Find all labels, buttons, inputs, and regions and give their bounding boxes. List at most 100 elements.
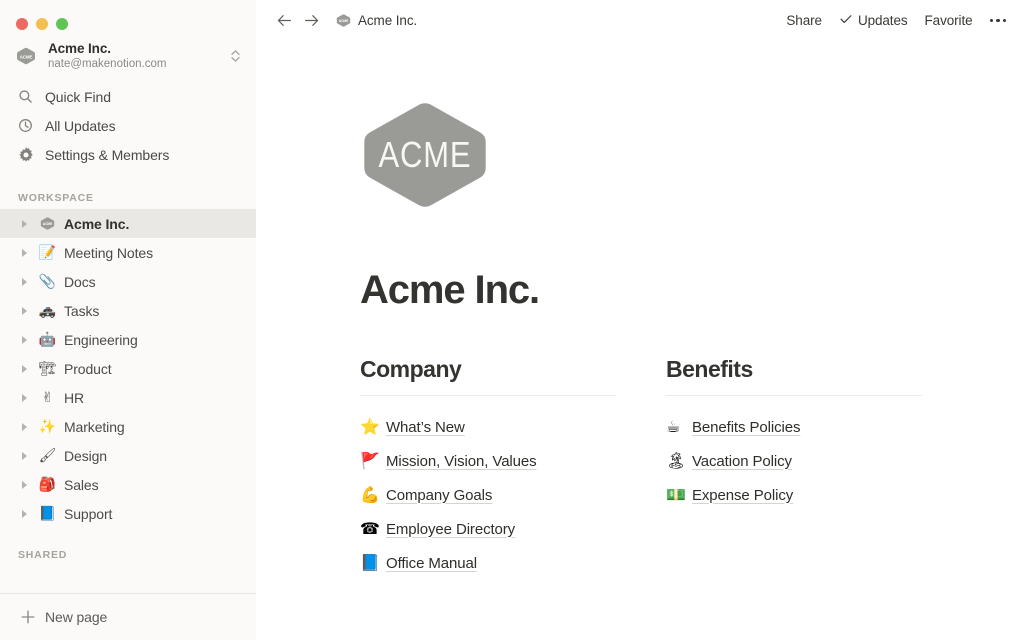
chevron-up-down-icon[interactable] [228,47,242,65]
topbar-actions: Share Updates Favorite [786,12,1006,29]
triangular-flag-emoji: 🚩 [360,451,380,470]
check-icon [839,12,853,29]
arrow-left-icon[interactable] [276,12,293,29]
minimize-window-button[interactable] [36,17,48,30]
link-company-goals[interactable]: 💪 Company Goals [360,478,616,512]
disclosure-triangle-icon[interactable] [18,480,31,489]
memo-emoji: 📝 [38,244,57,261]
window-traffic-lights [0,0,256,34]
link-vacation-policy[interactable]: 🏝 Vacation Policy [666,444,922,478]
link-label: Mission, Vision, Values [386,452,537,470]
link-label: What’s New [386,418,465,436]
link-employee-directory[interactable]: ☎ Employee Directory [360,512,616,546]
sparkles-emoji: ✨ [38,418,57,435]
sidebar-page-sales[interactable]: 🎒 Sales [0,470,256,499]
favorite-button[interactable]: Favorite [925,13,973,28]
benefits-link-list: ☕ Benefits Policies 🏝 Vacation Policy 💵 … [666,410,922,512]
link-label: Employee Directory [386,520,516,538]
ellipsis-icon[interactable] [989,15,1006,27]
share-button[interactable]: Share [786,13,822,28]
svg-text:ACME: ACME [378,136,471,176]
disclosure-triangle-icon[interactable] [18,277,31,286]
company-link-list: ⭐ What’s New 🚩 Mission, Vision, Values 💪… [360,410,616,580]
backpack-emoji: 🎒 [38,476,57,493]
disclosure-triangle-icon[interactable] [18,509,31,518]
sidebar-page-engineering[interactable]: 🤖 Engineering [0,325,256,354]
page-body: ACME Acme Inc. Company ⭐ What’s New 🚩 Mi… [256,102,1024,580]
sidebar-page-docs[interactable]: 📎 Docs [0,267,256,296]
disclosure-triangle-icon[interactable] [18,393,31,402]
disclosure-triangle-icon[interactable] [18,422,31,431]
shared-section: SHARED [0,544,256,566]
sidebar-page-hr[interactable]: ✌ HR [0,383,256,412]
star-emoji: ⭐ [360,417,380,436]
sidebar-page-product[interactable]: 🏗 Product [0,354,256,383]
column-company: Company ⭐ What’s New 🚩 Mission, Vision, … [360,356,616,580]
svg-text:ACME: ACME [43,222,53,226]
sidebar-item-settings-members[interactable]: Settings & Members [0,140,256,169]
disclosure-triangle-icon[interactable] [18,451,31,460]
telephone-emoji: ☎ [360,519,380,538]
desert-island-emoji: 🏝 [666,451,687,470]
favorite-label: Favorite [924,13,973,28]
disclosure-triangle-icon[interactable] [18,306,31,315]
workspace-page-list: ACME Acme Inc. 📝 Meeting Notes 📎 Docs 🚓 … [0,209,256,528]
sidebar-page-tasks[interactable]: 🚓 Tasks [0,296,256,325]
link-office-manual[interactable]: 📘 Office Manual [360,546,616,580]
column-heading: Benefits [666,356,922,396]
blue-book-emoji: 📘 [38,505,57,522]
maximize-window-button[interactable] [56,17,68,30]
sidebar-page-meeting-notes[interactable]: 📝 Meeting Notes [0,238,256,267]
link-mission-vision-values[interactable]: 🚩 Mission, Vision, Values [360,444,616,478]
svg-text:ACME: ACME [20,54,33,59]
sidebar-page-label: Acme Inc. [64,215,130,232]
sidebar-page-label: Sales [64,476,99,493]
main-content: ACME Acme Inc. Share Updates Favorite AC… [256,0,1024,640]
disclosure-triangle-icon[interactable] [18,248,31,257]
sidebar: ACME Acme Inc. nate@makenotion.com Quick… [0,0,256,640]
workspace-text: Acme Inc. nate@makenotion.com [48,41,228,71]
robot-emoji: 🤖 [38,331,57,348]
flexed-biceps-emoji: 💪 [360,485,380,504]
gear-icon [18,146,37,163]
new-page-label: New page [45,609,108,625]
sidebar-page-support[interactable]: 📘 Support [0,499,256,528]
sidebar-nav: Quick Find All Updates Settings & Member… [0,82,256,169]
link-expense-policy[interactable]: 💵 Expense Policy [666,478,922,512]
breadcrumb[interactable]: ACME Acme Inc. [336,13,417,28]
link-whats-new[interactable]: ⭐ What’s New [360,410,616,444]
workspace-name: Acme Inc. [48,41,111,57]
new-page-button[interactable]: New page [0,593,256,640]
link-benefits-policies[interactable]: ☕ Benefits Policies [666,410,922,444]
paintbrush-emoji: 🖌 [38,447,57,464]
updates-button[interactable]: Updates [839,12,908,29]
workspace-switcher[interactable]: ACME Acme Inc. nate@makenotion.com [0,34,256,78]
crane-emoji: 🏗 [38,360,57,377]
dollar-banknote-emoji: 💵 [666,485,686,504]
sidebar-page-label: Meeting Notes [64,244,153,261]
close-window-button[interactable] [16,17,28,30]
sidebar-page-label: Engineering [64,331,138,348]
sidebar-page-label: Marketing [64,418,125,435]
sidebar-page-acme-inc[interactable]: ACME Acme Inc. [0,209,256,238]
sidebar-item-quick-find[interactable]: Quick Find [0,82,256,111]
disclosure-triangle-icon[interactable] [18,219,31,228]
link-label: Office Manual [386,554,477,572]
sidebar-item-label: Settings & Members [45,146,170,163]
paperclip-emoji: 📎 [38,273,57,290]
link-label: Company Goals [386,486,493,504]
arrow-right-icon[interactable] [303,12,320,29]
clock-icon [18,118,37,133]
link-label: Vacation Policy [692,452,792,470]
column-benefits: Benefits ☕ Benefits Policies 🏝 Vacation … [666,356,922,580]
sidebar-page-marketing[interactable]: ✨ Marketing [0,412,256,441]
disclosure-triangle-icon[interactable] [18,335,31,344]
sidebar-page-label: Product [64,360,112,377]
disclosure-triangle-icon[interactable] [18,364,31,373]
hot-beverage-emoji: ☕ [666,417,681,436]
sidebar-page-design[interactable]: 🖌 Design [0,441,256,470]
sidebar-item-all-updates[interactable]: All Updates [0,111,256,140]
plus-icon [18,609,37,625]
sidebar-page-label: Support [64,505,113,522]
notion-app-window: ACME Acme Inc. nate@makenotion.com Quick… [0,0,1024,640]
